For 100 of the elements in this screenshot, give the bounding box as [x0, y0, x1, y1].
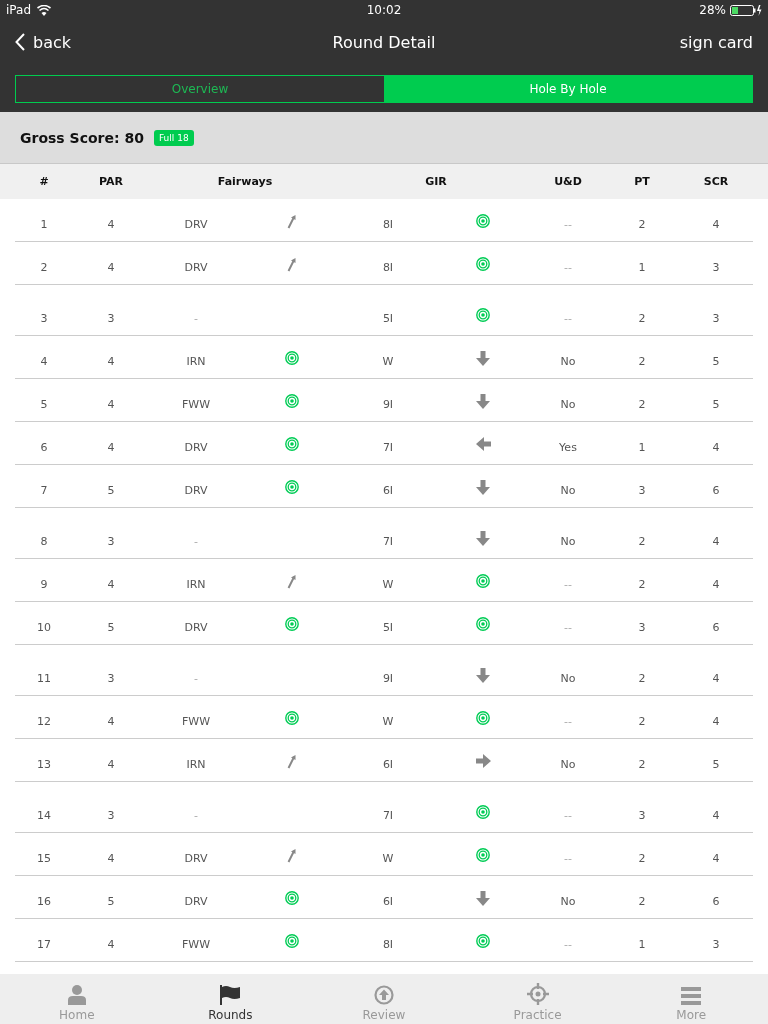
table-cell-text: 10	[36, 619, 52, 636]
target-icon	[285, 437, 299, 451]
table-cell-text: 3	[106, 807, 116, 824]
table-cell-text: 3	[711, 310, 721, 327]
table-cell-text: 1	[39, 216, 49, 233]
table-cell-text: 4	[106, 713, 116, 730]
table-cell-text: 3	[711, 259, 721, 276]
down-arrow-icon	[476, 394, 490, 409]
table-cell-text: 3	[637, 482, 647, 499]
table-cell-text: No	[559, 670, 577, 687]
column-header: SCR	[702, 175, 730, 188]
table-cell-text: 4	[106, 936, 116, 953]
table-cell-text: 2	[39, 259, 49, 276]
table-cell-text: 7	[39, 482, 49, 499]
tab-bar-item[interactable]: Rounds	[153, 974, 308, 1024]
target-icon	[476, 848, 490, 862]
table-cell-text: 4	[106, 353, 116, 370]
target-icon	[476, 214, 490, 228]
target-icon	[285, 891, 299, 905]
segment-tab[interactable]: Hole By Hole	[384, 76, 752, 102]
gross-score: Gross Score: 80	[20, 129, 144, 146]
crosshair-icon	[526, 983, 549, 1005]
table-cell-text: 6I	[381, 893, 395, 910]
flag-icon	[220, 985, 241, 1005]
table-cell-text: 4	[39, 353, 49, 370]
table-cell-text: -	[193, 310, 199, 327]
table-cell-text: 5	[106, 893, 116, 910]
table-cell-text: --	[563, 936, 573, 953]
table-cell-text: 14	[36, 807, 52, 824]
table-cell-text: 4	[711, 576, 721, 593]
column-header: PAR	[97, 175, 124, 188]
target-icon	[285, 351, 299, 365]
arrow-icon	[287, 754, 297, 769]
table-cell-text: 2	[637, 216, 647, 233]
table-cell-text: 15	[36, 850, 52, 867]
target-icon	[285, 934, 299, 948]
table-cell-text: W	[381, 713, 395, 730]
table-cell-text: DRV	[183, 850, 209, 867]
table-cell-text: 4	[711, 713, 721, 730]
table-cell-text: --	[563, 807, 573, 824]
table-cell-text: FWW	[180, 713, 212, 730]
table-cell-text: DRV	[183, 619, 209, 636]
table-cell-text: W	[381, 576, 395, 593]
right-arrow-icon	[475, 754, 491, 768]
table-cell-text: 4	[711, 216, 721, 233]
table-cell-text: 4	[711, 807, 721, 824]
table-cell-text: 1	[637, 936, 647, 953]
table-cell-text: 9	[39, 576, 49, 593]
column-header: #	[38, 175, 50, 188]
table-cell-text: 5	[711, 396, 721, 413]
table-cell-text: No	[559, 353, 577, 370]
table-cell-text: FWW	[180, 936, 212, 953]
down-arrow-icon	[476, 351, 490, 366]
round-type-badge: Full 18	[153, 129, 194, 146]
table-cell-text: W	[381, 850, 395, 867]
table-cell-text: 5	[106, 619, 116, 636]
table-cell-text: 12	[36, 713, 52, 730]
sign-card-button[interactable]: sign card	[679, 32, 753, 52]
tab-bar-item[interactable]: Review	[307, 974, 461, 1024]
tab-bar-item[interactable]: More	[614, 974, 768, 1024]
up-arrow-circle-icon	[374, 985, 394, 1005]
tab-bar-item[interactable]: Practice	[460, 974, 615, 1024]
table-cell-text: 6	[711, 482, 721, 499]
target-icon	[285, 711, 299, 725]
table-cell-text: 2	[637, 713, 647, 730]
person-icon	[67, 985, 86, 1005]
left-arrow-icon	[475, 437, 491, 451]
table-cell-text: --	[563, 216, 573, 233]
table-cell-text: 4	[106, 439, 116, 456]
menu-icon	[681, 987, 702, 1005]
table-cell-text: 9I	[381, 396, 395, 413]
table-cell-text: 4	[711, 670, 721, 687]
table-cell-text: 2	[637, 576, 647, 593]
table-cell-text: 17	[36, 936, 52, 953]
table-cell-text: 5I	[381, 310, 395, 327]
table-cell-text: 4	[711, 439, 721, 456]
screen-title: Round Detail	[332, 32, 436, 52]
table-cell-text: 2	[637, 670, 647, 687]
table-cell-text: --	[563, 576, 573, 593]
table-cell-text: 2	[637, 850, 647, 867]
table-cell-text: DRV	[183, 259, 209, 276]
tab-bar-item[interactable]: Home	[0, 974, 154, 1024]
table-cell-text: 3	[637, 619, 647, 636]
target-icon	[476, 711, 490, 725]
table-cell-text: 3	[711, 936, 721, 953]
table-cell-text: 4	[106, 396, 116, 413]
back-button[interactable]: back	[15, 32, 72, 52]
target-icon	[476, 617, 490, 631]
table-cell-text: 5	[711, 756, 721, 773]
table-cell-text: 4	[711, 850, 721, 867]
table-cell-text: 4	[711, 533, 721, 550]
target-icon	[285, 480, 299, 494]
table-cell-text: FWW	[180, 396, 212, 413]
table-cell-text: 7I	[381, 533, 395, 550]
table-cell-text: 3	[106, 670, 116, 687]
table-cell-text: 8I	[381, 259, 395, 276]
table-cell-text: 3	[637, 807, 647, 824]
table-cell-text: IRN	[185, 756, 207, 773]
clock: 10:02	[366, 3, 402, 17]
down-arrow-icon	[476, 480, 490, 495]
